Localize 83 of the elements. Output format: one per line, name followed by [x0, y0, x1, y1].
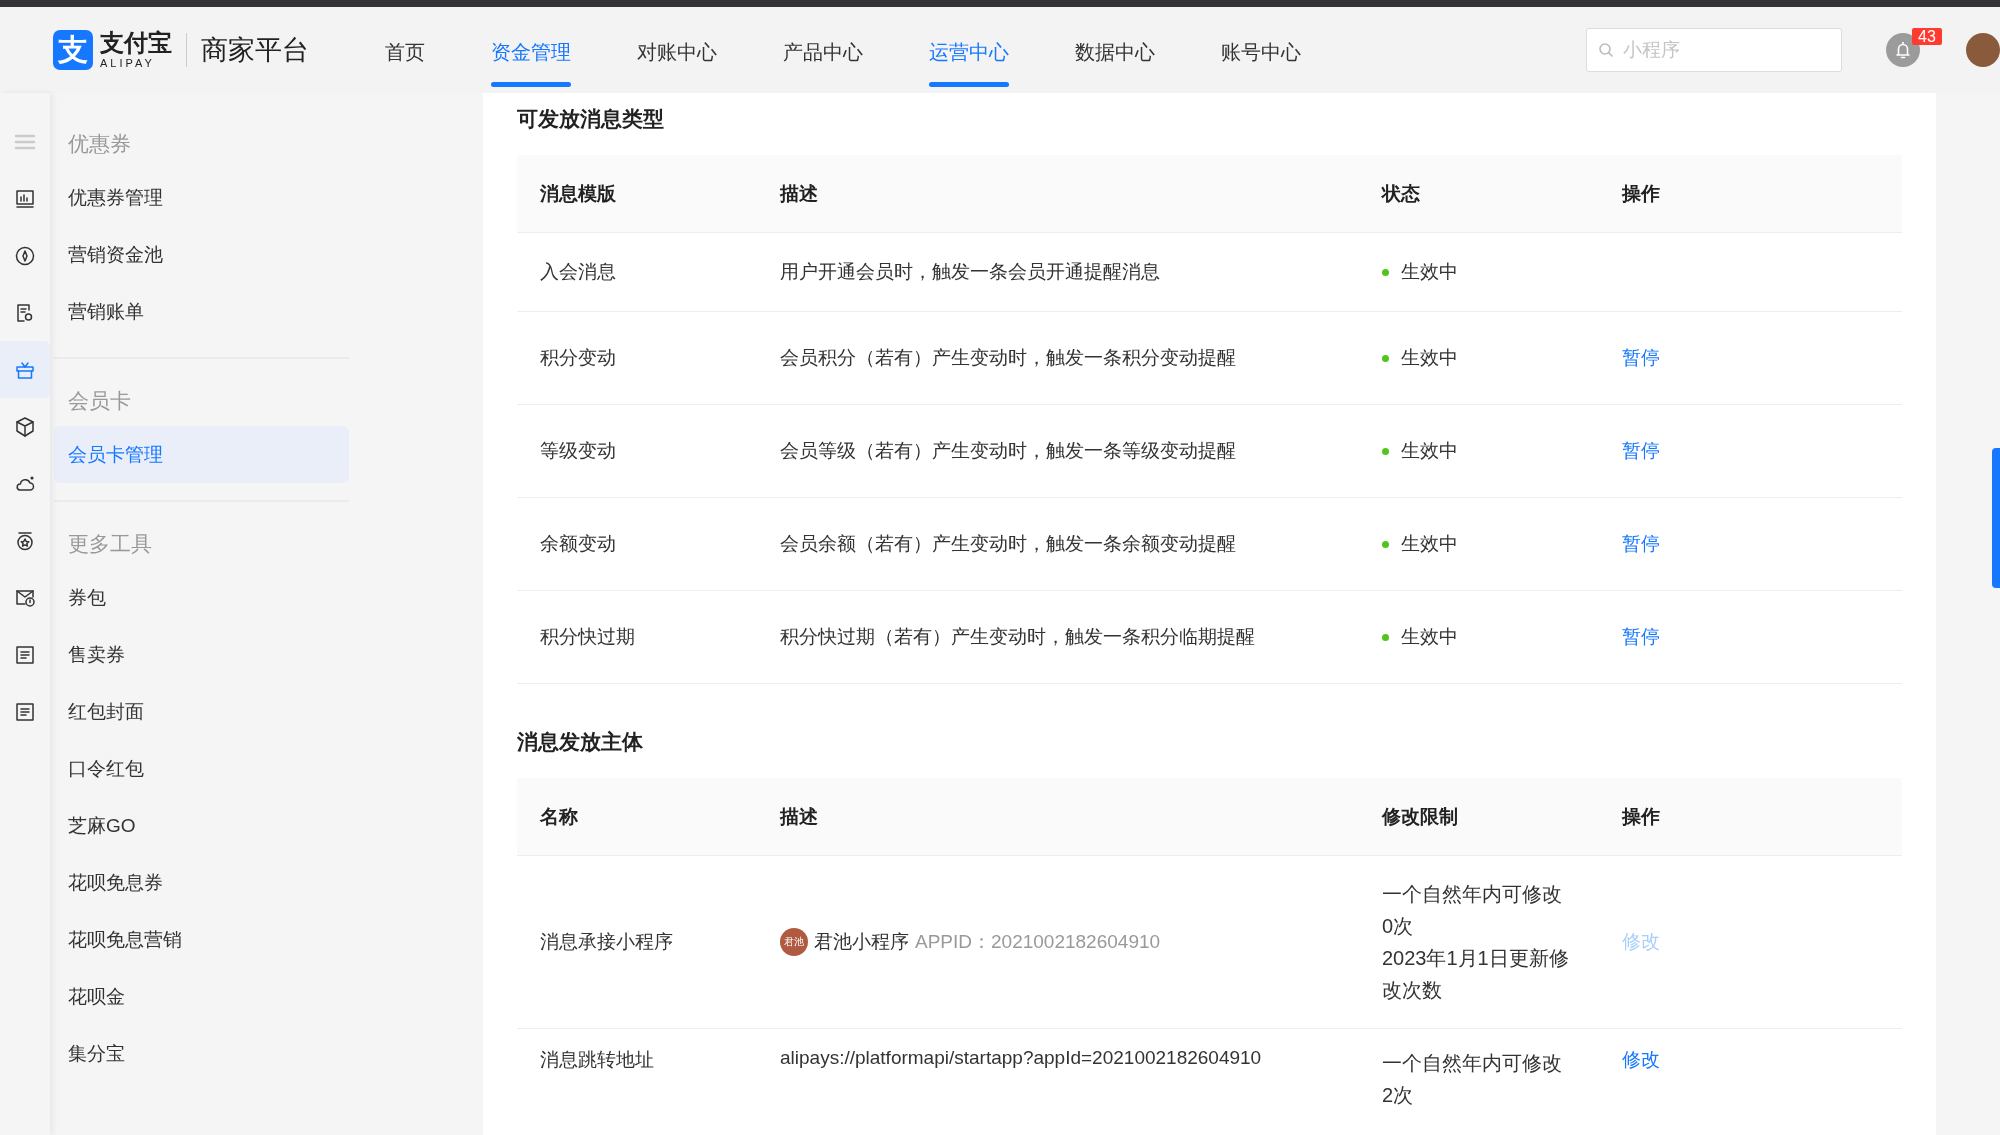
column-header: 描述 — [757, 155, 1359, 233]
column-header: 消息模版 — [517, 155, 757, 233]
menu-item[interactable]: 芝麻GO — [54, 797, 349, 854]
nav-tab[interactable]: 账号中心 — [1221, 7, 1301, 93]
cube-icon — [14, 415, 36, 438]
status-text: 生效中 — [1401, 439, 1458, 464]
menu-item[interactable]: 券包 — [54, 569, 349, 626]
table-cell: 会员余额（若有）产生变动时，触发一条余额变动提醒 — [780, 533, 1236, 554]
limit-text: 一个自然年内可修改0次 — [1382, 882, 1563, 939]
section-title: 可发放消息类型 — [517, 106, 664, 132]
pause-link[interactable]: 暂停 — [1622, 533, 1660, 554]
status-text: 生效中 — [1401, 260, 1458, 285]
menu-item[interactable]: 花呗免息营销 — [54, 911, 349, 968]
bell-icon[interactable] — [1886, 33, 1920, 67]
limit-text: 2023年1月1日更新修改次数 — [1382, 946, 1570, 1003]
table-cell: 积分快过期（若有）产生变动时，触发一条积分临期提醒 — [780, 626, 1255, 647]
list-icon — [14, 700, 36, 723]
pause-link[interactable]: 暂停 — [1622, 440, 1660, 461]
nav-tab[interactable]: 数据中心 — [1075, 7, 1155, 93]
menu-item[interactable]: 花呗金 — [54, 968, 349, 1025]
brand-latin-name: ALIPAY — [100, 58, 156, 69]
nav-tab[interactable]: 资金管理 — [491, 7, 571, 93]
nav-tab[interactable]: 首页 — [385, 7, 425, 93]
appid-text: APPID：2021002182604910 — [915, 930, 1161, 954]
avatar[interactable] — [1966, 33, 2000, 67]
column-header: 操作 — [1599, 155, 1902, 233]
alipay-logo-mark: 支 — [53, 30, 93, 70]
column-header: 状态 — [1359, 155, 1599, 233]
status-dot — [1382, 633, 1389, 641]
menu-item[interactable]: 会员卡管理 — [54, 426, 349, 483]
chart-icon — [14, 187, 36, 210]
column-header: 操作 — [1599, 778, 1902, 856]
scrollbar-thumb[interactable] — [1992, 448, 2000, 588]
app-name: 君池小程序 — [814, 930, 909, 954]
nav-tab[interactable]: 产品中心 — [783, 7, 863, 93]
status-text: 生效中 — [1401, 346, 1458, 371]
compass-icon — [14, 244, 36, 267]
status-dot — [1382, 268, 1389, 276]
search-icon — [1599, 43, 1614, 58]
search-field[interactable]: 小程序 — [1586, 28, 1842, 72]
nav-tab[interactable]: 运营中心 — [929, 7, 1009, 93]
table-cell: 会员等级（若有）产生变动时，触发一条等级变动提醒 — [780, 440, 1236, 461]
table-cell: 消息承接小程序 — [540, 931, 673, 952]
menu-group-title: 更多工具 — [67, 531, 152, 557]
menu-item[interactable]: 花呗免息券 — [54, 854, 349, 911]
menu-group-title: 优惠券 — [67, 131, 131, 157]
brand-name: 支付宝 — [100, 31, 172, 55]
menu-item[interactable]: 优惠券管理 — [54, 169, 349, 226]
table-cell: 积分变动 — [540, 347, 616, 368]
platform-name: 商家平台 — [201, 34, 309, 67]
column-header: 名称 — [517, 778, 757, 856]
section-title: 消息发放主体 — [517, 729, 643, 755]
status-text: 生效中 — [1401, 625, 1458, 650]
menu-item[interactable]: 售卖券 — [54, 626, 349, 683]
table-cell: 消息跳转地址 — [540, 1049, 654, 1070]
column-header: 修改限制 — [1359, 778, 1599, 856]
limit-text: 一个自然年内可修改2次 — [1382, 1051, 1563, 1108]
list-icon — [14, 643, 36, 666]
table-cell: 会员积分（若有）产生变动时，触发一条积分变动提醒 — [780, 347, 1236, 368]
notification-count: 43 — [1912, 28, 1942, 45]
status-dot — [1382, 540, 1389, 548]
table-cell: 积分快过期 — [540, 626, 635, 647]
app-logo: 君池 — [780, 928, 808, 956]
status-dot — [1382, 447, 1389, 455]
medal-icon — [14, 529, 36, 552]
nav-tab[interactable]: 对账中心 — [637, 7, 717, 93]
status-dot — [1382, 354, 1389, 362]
pause-link[interactable]: 暂停 — [1622, 347, 1660, 368]
pause-link[interactable]: 暂停 — [1622, 626, 1660, 647]
table-cell: alipays://platformapi/startapp?appId=2021002182604910 — [780, 1047, 1262, 1068]
edit-link[interactable]: 修改 — [1622, 1049, 1660, 1070]
menu-item[interactable]: 口令红包 — [54, 740, 349, 797]
menu-item[interactable]: 集分宝 — [54, 1025, 349, 1082]
table-cell: 等级变动 — [540, 440, 616, 461]
menu-item[interactable]: 营销账单 — [54, 283, 349, 340]
table-cell: 余额变动 — [540, 533, 616, 554]
menu-group-title: 会员卡 — [67, 388, 131, 414]
status-text: 生效中 — [1401, 532, 1458, 557]
menu-item[interactable]: 红包封面 — [54, 683, 349, 740]
menu-item[interactable]: 营销资金池 — [54, 226, 349, 283]
table-cell: 入会消息 — [540, 261, 616, 282]
table-cell: 用户开通会员时，触发一条会员开通提醒消息 — [780, 261, 1160, 282]
column-header: 描述 — [757, 778, 1359, 856]
